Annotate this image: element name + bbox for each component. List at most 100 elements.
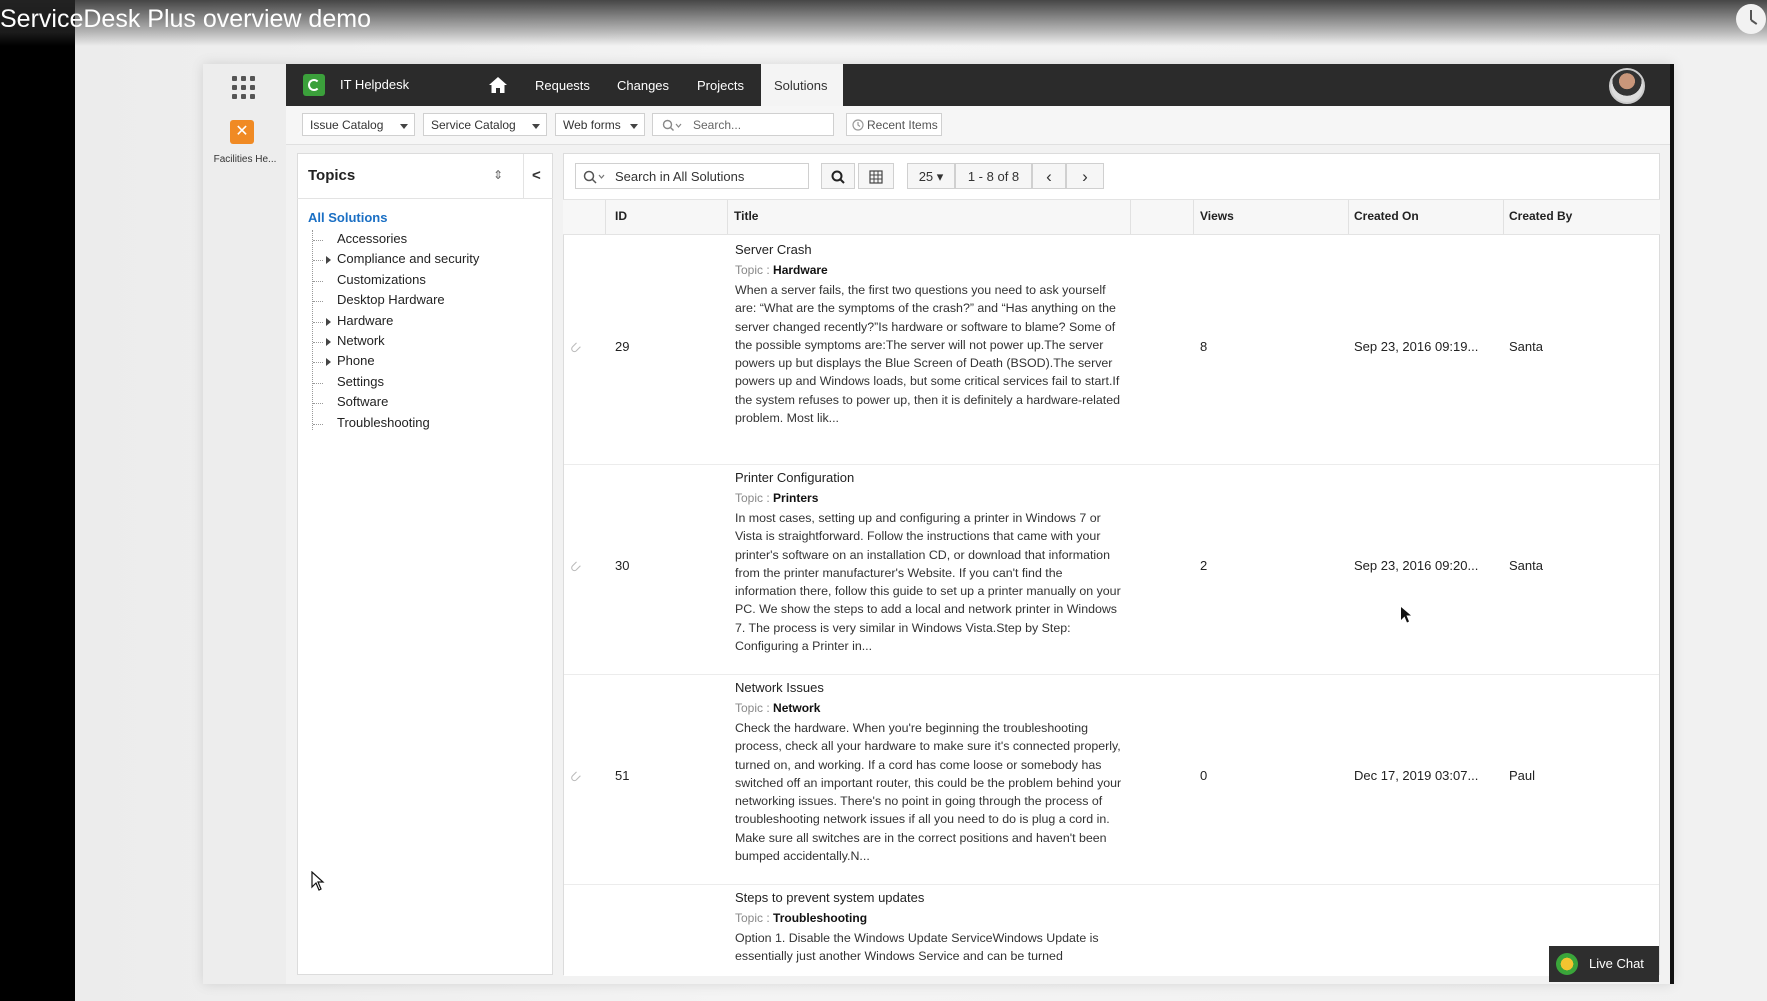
sort-icon[interactable]: ⇕	[493, 168, 503, 182]
column-chooser-button[interactable]	[858, 163, 894, 189]
history-icon	[852, 119, 864, 131]
solution-description: Option 1. Disable the Windows Update Ser…	[735, 931, 1099, 964]
cell-id: 51	[615, 768, 630, 783]
tree-branch	[313, 342, 323, 344]
global-search-input[interactable]: Search...	[652, 113, 834, 136]
dropdown-label: Issue Catalog	[310, 118, 384, 132]
prev-page-button[interactable]: ‹	[1032, 163, 1066, 189]
left-rail	[203, 64, 286, 984]
range-text: 1 - 8 of 8	[967, 169, 1020, 184]
topic-item[interactable]: Accessories	[337, 231, 407, 246]
cell-created-on: Dec 17, 2019 03:07...	[1354, 768, 1479, 783]
mouse-cursor-icon	[1401, 607, 1411, 623]
topics-title: Topics	[308, 167, 356, 184]
solution-topic: Topic : Printers	[735, 491, 818, 505]
topic-name: Troubleshooting	[773, 911, 868, 925]
row-separator	[564, 884, 1659, 885]
per-page-dropdown[interactable]: 25 ▾	[907, 163, 955, 189]
user-avatar[interactable]	[1609, 68, 1645, 104]
cell-views: 2	[1200, 558, 1208, 573]
apps-grid-icon[interactable]	[232, 76, 256, 100]
table-grid-icon	[869, 170, 883, 184]
nav-changes[interactable]: Changes	[617, 78, 669, 93]
search-icon	[583, 170, 605, 184]
header-divider	[523, 154, 524, 198]
tools-icon[interactable]: ✕	[230, 120, 254, 144]
chevron-right-icon: ›	[1082, 167, 1088, 186]
column-separator	[1348, 200, 1349, 234]
cell-created-by: Paul	[1509, 768, 1536, 783]
topic-item[interactable]: Software	[337, 394, 388, 409]
column-header-created-by[interactable]: Created By	[1509, 209, 1572, 223]
topic-item[interactable]: Troubleshooting	[337, 415, 430, 430]
topic-item[interactable]: Customizations	[337, 272, 426, 287]
topic-item[interactable]: Phone	[337, 353, 375, 368]
letterbox	[0, 0, 75, 1001]
topic-item[interactable]: Compliance and security	[337, 251, 479, 266]
chevron-left-icon: ‹	[1046, 167, 1052, 186]
dropdown-label: Web forms	[563, 118, 621, 132]
cell-id: 29	[615, 339, 630, 354]
caret-down-icon	[532, 124, 540, 129]
solution-topic: Topic : Network	[735, 701, 820, 715]
row-separator	[564, 674, 1659, 675]
nav-projects[interactable]: Projects	[697, 78, 744, 93]
caret-down-icon	[630, 124, 638, 129]
recent-items-button[interactable]: Recent Items	[846, 113, 942, 136]
clock-icon[interactable]	[1736, 4, 1766, 34]
search-placeholder: Search...	[693, 118, 742, 132]
topic-all-solutions[interactable]: All Solutions	[308, 210, 387, 225]
per-page-value: 25	[918, 169, 934, 184]
next-page-button[interactable]: ›	[1066, 163, 1104, 189]
cell-created-by: Santa	[1509, 558, 1543, 573]
collapse-panel-icon[interactable]: <	[532, 167, 541, 184]
solution-topic: Topic : Troubleshooting	[735, 911, 867, 925]
column-header-views[interactable]: Views	[1200, 209, 1234, 223]
solution-description: Check the hardware. When you're beginnin…	[735, 721, 1122, 864]
topic-prefix: Topic :	[735, 911, 770, 925]
solution-title[interactable]: Network Issues	[735, 680, 824, 695]
column-header-id[interactable]: ID	[615, 209, 627, 223]
expand-arrow-icon[interactable]	[326, 317, 331, 326]
topic-name: Hardware	[773, 263, 828, 277]
topic-item[interactable]: Desktop Hardware	[337, 292, 445, 307]
helpdesk-logo-icon	[303, 74, 325, 96]
expand-arrow-icon[interactable]	[326, 338, 331, 346]
tree-branch	[313, 321, 323, 324]
home-icon[interactable]	[488, 76, 508, 94]
solutions-search-input[interactable]: Search in All Solutions	[575, 163, 809, 189]
search-button[interactable]	[821, 163, 855, 189]
cell-created-by: Santa	[1509, 339, 1543, 354]
caret-down-icon	[400, 124, 408, 129]
solution-title[interactable]: Server Crash	[735, 242, 812, 257]
nav-solutions[interactable]: Solutions	[774, 78, 827, 93]
service-catalog-dropdown[interactable]: Service Catalog	[423, 113, 547, 136]
column-separator	[1193, 200, 1194, 234]
search-icon	[662, 119, 682, 131]
topic-item[interactable]: Network	[337, 333, 385, 348]
solution-title[interactable]: Steps to prevent system updates	[735, 890, 924, 905]
issue-catalog-dropdown[interactable]: Issue Catalog	[302, 113, 415, 136]
cell-views: 8	[1200, 339, 1208, 354]
facilities-label[interactable]: Facilities He...	[208, 154, 282, 165]
live-chat-label: Live Chat	[1589, 956, 1644, 971]
column-separator	[727, 200, 728, 234]
topic-item[interactable]: Settings	[337, 374, 384, 389]
app-name[interactable]: IT Helpdesk	[340, 77, 409, 92]
tree-branch	[313, 301, 323, 303]
topic-item[interactable]: Hardware	[337, 313, 393, 328]
column-header-title[interactable]: Title	[734, 209, 758, 223]
tree-branch	[313, 280, 323, 283]
topic-prefix: Topic :	[735, 701, 770, 715]
tree-branch	[313, 260, 323, 262]
solution-topic: Topic : Hardware	[735, 263, 828, 277]
solution-title[interactable]: Printer Configuration	[735, 470, 854, 485]
video-title: ServiceDesk Plus overview demo	[0, 5, 371, 33]
expand-arrow-icon[interactable]	[326, 256, 331, 265]
search-placeholder: Search in All Solutions	[615, 169, 745, 184]
cell-views: 0	[1200, 768, 1208, 783]
expand-arrow-icon[interactable]	[326, 358, 331, 367]
web-forms-dropdown[interactable]: Web forms	[555, 113, 645, 136]
column-header-created-on[interactable]: Created On	[1354, 209, 1419, 223]
nav-requests[interactable]: Requests	[535, 78, 590, 93]
